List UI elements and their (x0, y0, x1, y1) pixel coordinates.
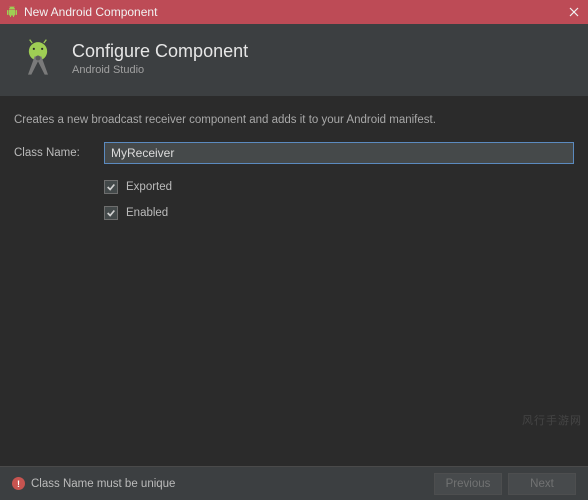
exported-label: Exported (126, 181, 172, 193)
enabled-checkbox[interactable] (104, 206, 118, 220)
validation-message: ! Class Name must be unique (12, 477, 175, 490)
exported-row: Exported (90, 174, 588, 200)
body: Creates a new broadcast receiver compone… (0, 96, 588, 468)
error-icon: ! (12, 477, 25, 490)
enabled-label: Enabled (126, 207, 168, 219)
class-name-row: Class Name: (14, 142, 574, 164)
android-studio-logo-icon (18, 38, 58, 78)
validation-text: Class Name must be unique (31, 478, 175, 490)
watermark-text: 风行手游网 (522, 412, 582, 428)
class-name-input[interactable] (104, 142, 574, 164)
class-name-label: Class Name: (14, 147, 104, 159)
titlebar: New Android Component (0, 0, 588, 24)
previous-button[interactable]: Previous (434, 473, 502, 495)
description-text: Creates a new broadcast receiver compone… (0, 96, 588, 142)
window-title: New Android Component (24, 5, 157, 19)
page-subtitle: Android Studio (72, 64, 248, 76)
exported-checkbox[interactable] (104, 180, 118, 194)
close-icon[interactable] (566, 4, 582, 20)
form: Class Name: (0, 142, 588, 164)
next-button[interactable]: Next (508, 473, 576, 495)
enabled-row: Enabled (90, 200, 588, 226)
header: Configure Component Android Studio (0, 24, 588, 96)
page-title: Configure Component (72, 41, 248, 62)
footer: ! Class Name must be unique Previous Nex… (0, 466, 588, 500)
android-icon (6, 6, 18, 18)
